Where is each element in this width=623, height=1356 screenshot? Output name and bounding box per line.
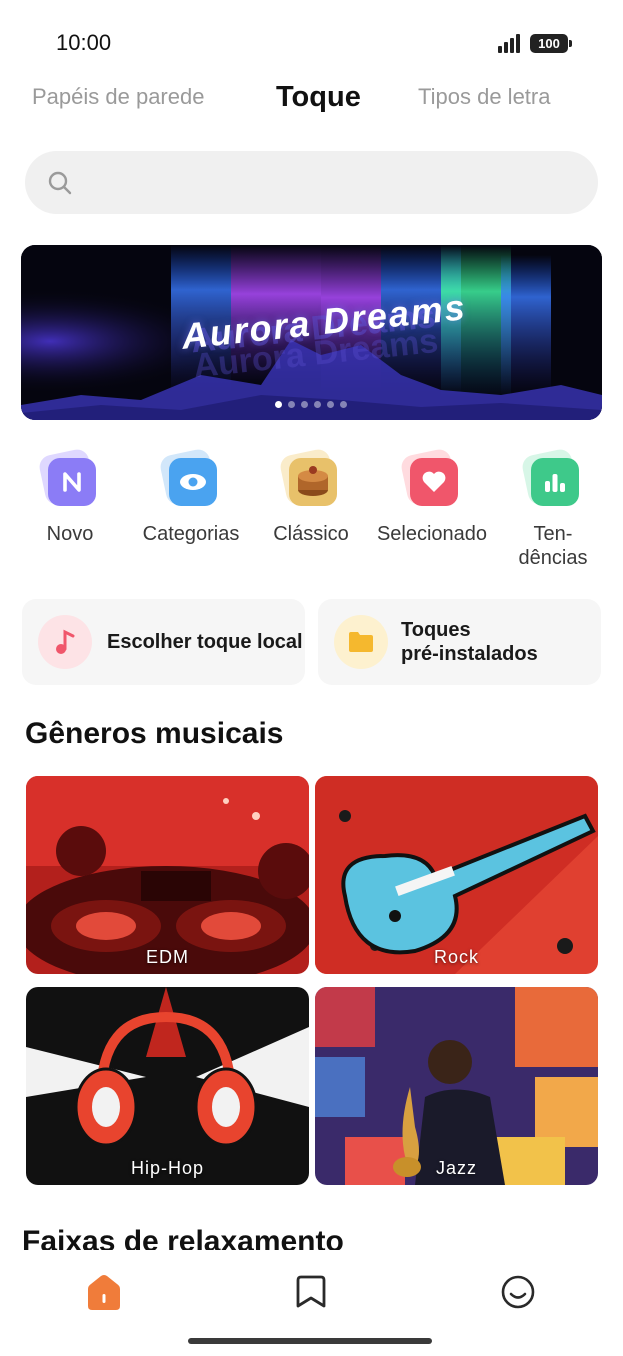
heart-icon: [399, 447, 460, 508]
bottom-navigation: [0, 1250, 623, 1356]
bookmark-icon: [296, 1275, 326, 1308]
search-icon: [48, 171, 72, 195]
music-box-icon: [278, 447, 339, 508]
edm-artwork: [26, 776, 309, 974]
card-label: Escolher toque local: [107, 631, 303, 653]
quick-label: Ten- dências: [518, 523, 588, 569]
battery-icon: 100: [530, 34, 572, 53]
section-title-genres: Gêneros musicais: [25, 717, 284, 750]
rock-artwork: [315, 776, 598, 974]
top-tabs: Papéis de parede Toque Tipos de letra: [0, 81, 623, 124]
genre-label: EDM: [146, 947, 189, 967]
gesture-bar: [188, 1338, 432, 1344]
preinstalled-ringtones-card[interactable]: Toques pré-instalados: [318, 599, 601, 685]
quick-item-new[interactable]: Novo: [10, 447, 130, 546]
choose-local-ringtone-card[interactable]: Escolher toque local: [22, 599, 305, 685]
search-bar[interactable]: [25, 151, 598, 214]
genre-tile-rock[interactable]: Rock: [315, 776, 598, 974]
quick-item-trends[interactable]: Ten- dências: [493, 447, 613, 570]
nav-profile[interactable]: [498, 1272, 538, 1312]
genre-label: Hip-Hop: [130, 1158, 205, 1178]
bar-chart-icon: [520, 447, 581, 508]
folder-icon: [334, 615, 388, 669]
genre-label: Rock: [433, 947, 479, 967]
jazz-artwork: [315, 987, 598, 1185]
status-time: 10:00: [56, 30, 112, 55]
quick-item-classic[interactable]: Clássico: [251, 447, 371, 546]
home-icon: [88, 1275, 120, 1310]
signal-icon: [498, 33, 524, 53]
status-bar: 10:00 100: [0, 0, 623, 82]
quick-categories: Novo Categorias Clássico Selecionado Ten…: [0, 447, 623, 582]
quick-label: Selecionado: [376, 523, 488, 545]
hiphop-artwork: [26, 987, 309, 1185]
genre-tile-hiphop[interactable]: Hip-Hop: [26, 987, 309, 1185]
battery-level: 100: [538, 36, 560, 51]
quick-item-selected[interactable]: Selecionado: [372, 447, 492, 546]
quick-label: Novo: [46, 523, 94, 545]
quick-label: Clássico: [273, 523, 349, 545]
nav-home[interactable]: [84, 1272, 124, 1312]
nav-favorites[interactable]: [291, 1272, 331, 1312]
genre-tile-edm[interactable]: EDM: [26, 776, 309, 974]
banner-carousel[interactable]: Aurora Dreams Aurora Dreams Aurora Dream…: [21, 245, 602, 420]
smiley-icon: [501, 1275, 535, 1309]
eye-icon: [158, 447, 219, 508]
music-note-icon: [38, 615, 92, 669]
quick-item-categories[interactable]: Categorias: [131, 447, 251, 546]
genre-label: Jazz: [435, 1158, 477, 1178]
tab-fonts[interactable]: Tipos de letra: [418, 84, 550, 110]
search-input[interactable]: [85, 151, 585, 214]
genre-tile-jazz[interactable]: Jazz: [315, 987, 598, 1185]
tab-wallpapers[interactable]: Papéis de parede: [32, 84, 204, 110]
quick-label: Categorias: [142, 523, 240, 545]
card-label: Toques pré-instalados: [401, 619, 538, 665]
tab-ringtones[interactable]: Toque: [276, 81, 361, 114]
new-n-icon: [37, 447, 98, 508]
